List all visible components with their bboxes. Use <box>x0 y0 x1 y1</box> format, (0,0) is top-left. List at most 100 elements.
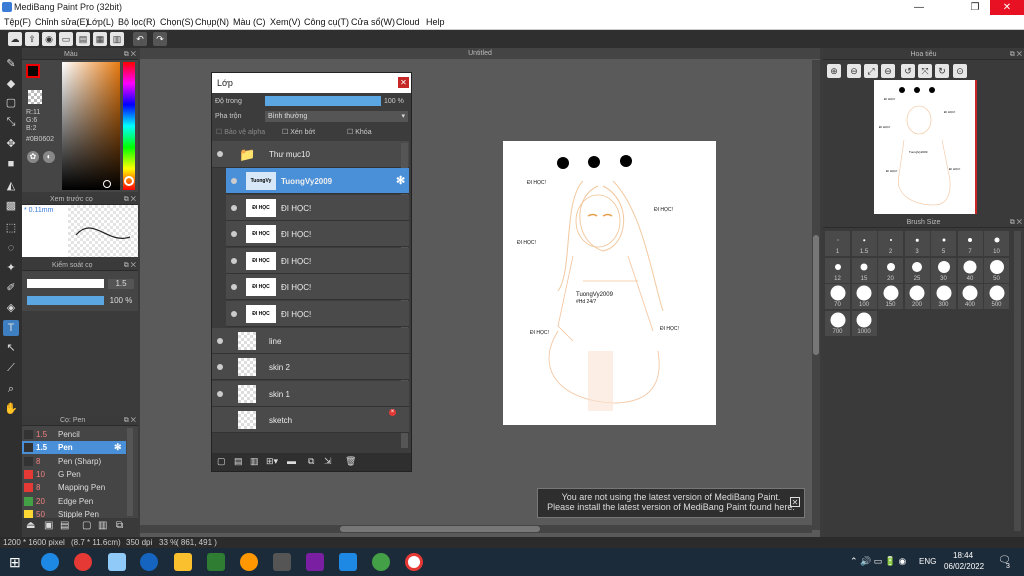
brush-size-option[interactable]: 7 <box>957 231 983 256</box>
zoom-in-icon[interactable]: ⊕ <box>827 64 841 78</box>
blend-mode-select[interactable]: Bình thường ▾ <box>265 111 408 122</box>
brush-list-item[interactable]: 8 Mapping Pen <box>22 481 126 494</box>
visibility-icon[interactable] <box>231 231 237 238</box>
bucket-tool-icon[interactable]: ◭ <box>3 178 19 194</box>
brush-edit-icon[interactable]: ▥ <box>98 520 107 531</box>
panel-menu-icon[interactable]: ⧉ ✕ <box>1010 50 1022 60</box>
hand-tool-icon[interactable]: ✋ <box>3 401 19 417</box>
background-color-swatch[interactable] <box>28 90 42 104</box>
cloud-icon[interactable]: ☁ <box>8 32 22 46</box>
operation-tool-icon[interactable]: ↖ <box>3 340 19 356</box>
vertical-scrollbar[interactable] <box>812 60 820 530</box>
fit-icon[interactable]: ⤢ <box>864 64 878 78</box>
windows-start-icon[interactable]: ⊞ <box>9 554 21 571</box>
layer-window-titlebar[interactable]: Lớp ✕ <box>212 73 411 93</box>
layer-opacity-slider[interactable] <box>265 96 381 106</box>
layer-row[interactable]: skin 1 <box>212 380 409 407</box>
vertical-scroll-thumb[interactable] <box>813 235 819 355</box>
brush-size-option[interactable]: 5 <box>931 231 956 256</box>
visibility-icon[interactable] <box>231 284 237 291</box>
rotate-right-icon[interactable]: ↻ <box>935 64 949 78</box>
horizontal-scroll-thumb[interactable] <box>340 526 540 532</box>
hue-slider[interactable] <box>123 62 135 190</box>
menu-file[interactable]: Tệp(F) <box>4 17 31 27</box>
rotate-left-icon[interactable]: ↺ <box>901 64 915 78</box>
visibility-icon[interactable] <box>217 364 223 371</box>
lasso-tool-icon[interactable]: ◌ <box>3 240 19 256</box>
close-icon[interactable]: ✕ <box>790 497 800 507</box>
clock-date[interactable]: 06/02/2022 <box>944 562 984 571</box>
brush-size-option[interactable]: 30 <box>931 257 956 283</box>
brush-size-option[interactable]: 10 <box>984 231 1009 256</box>
grid-icon[interactable]: ▦ <box>93 32 107 46</box>
gradient-tool-icon[interactable]: ▩ <box>3 198 19 214</box>
brush-size-option[interactable]: 25 <box>904 257 930 283</box>
clock-time[interactable]: 18:44 <box>953 551 973 560</box>
new-layer-icon[interactable]: ▢ <box>217 456 226 467</box>
actual-size-icon[interactable]: ⊖ <box>881 64 895 78</box>
edge-icon[interactable] <box>41 553 59 571</box>
select-tool-icon[interactable]: ⬚ <box>3 220 19 236</box>
navigator-thumbnail[interactable]: ĐI HỌC! ĐI HỌC! ĐI HỌC! TuongVy2009 ĐI H… <box>874 80 975 214</box>
visibility-icon[interactable] <box>231 204 237 211</box>
brush-size-option[interactable]: 50 <box>984 257 1009 283</box>
magic-wand-icon[interactable]: ✦ <box>3 260 19 276</box>
brush-tool-icon[interactable]: ✎ <box>3 56 19 72</box>
layer-row[interactable]: sketch × <box>212 407 409 434</box>
brush-size-option[interactable]: 150 <box>878 284 903 309</box>
camera-icon[interactable] <box>273 553 291 571</box>
palette-icon[interactable]: ◐ <box>43 151 55 163</box>
menu-edit[interactable]: Chỉnh sửa(E) <box>35 17 89 27</box>
zoom-out-icon[interactable]: ⊖ <box>847 64 861 78</box>
file-explorer-icon[interactable] <box>174 553 192 571</box>
brush-cloud-icon[interactable]: ⏏ <box>26 520 35 531</box>
layer-row[interactable]: ĐI HỌC ĐI HỌC! <box>226 274 409 301</box>
panel-menu-icon[interactable]: ⧉ ✕ <box>1010 218 1022 228</box>
brush-size-option[interactable]: 2 <box>878 231 903 256</box>
sv-picker-handle[interactable] <box>103 180 111 188</box>
eyedropper-icon[interactable]: ⌕ <box>3 381 19 397</box>
brush-opacity-slider[interactable] <box>27 296 104 305</box>
text-tool-icon[interactable]: T <box>3 320 19 336</box>
brush-size-slider[interactable] <box>27 279 104 288</box>
panel-menu-icon[interactable]: ⧉ ✕ <box>124 261 136 271</box>
redo-icon[interactable]: ↷ <box>153 32 167 46</box>
app-icon[interactable] <box>108 553 126 571</box>
chrome-icon[interactable] <box>405 553 423 571</box>
comment-icon[interactable]: ▭ <box>59 32 73 46</box>
brush-size-option[interactable]: 40 <box>957 257 983 283</box>
brush-size-option[interactable]: 1000 <box>851 310 877 336</box>
visibility-icon[interactable] <box>231 178 237 184</box>
brush-list-item[interactable]: 20 Edge Pen <box>22 495 126 508</box>
layer-row[interactable]: ĐI HỌC ĐI HỌC! <box>226 247 409 274</box>
brush-size-option[interactable]: 3 <box>904 231 930 256</box>
visibility-icon[interactable] <box>217 390 223 397</box>
merge-layer-icon[interactable]: ⇲ <box>324 456 332 467</box>
brush-size-scrollbar[interactable] <box>1014 231 1021 531</box>
opera-icon[interactable] <box>74 553 92 571</box>
menu-cloud[interactable]: Cloud <box>396 17 420 27</box>
speech-bubble-icon[interactable]: ◉ <box>42 32 56 46</box>
excel-icon[interactable] <box>207 553 225 571</box>
menu-layer[interactable]: Lớp(L) <box>87 17 114 27</box>
menu-filter[interactable]: Bộ lọc(R) <box>118 17 156 27</box>
panel-menu-icon[interactable]: ⧉ ✕ <box>124 195 136 205</box>
drawing-canvas[interactable]: ĐI HỌC! ĐI HỌC! ĐI HỌC! ĐI HỌC! ĐI HỌC! … <box>503 141 716 425</box>
add-layer-menu-icon[interactable]: ⊞▾ <box>266 456 278 467</box>
app-icon[interactable] <box>306 553 324 571</box>
zalo-icon[interactable] <box>339 553 357 571</box>
hue-slider-handle[interactable] <box>124 176 134 186</box>
brush-size-option[interactable]: 400 <box>957 284 983 309</box>
menu-window[interactable]: Cửa sổ(W) <box>351 17 395 27</box>
lock-checkbox[interactable]: ☐ Khóa <box>347 128 372 136</box>
visibility-icon[interactable] <box>217 337 223 344</box>
app-icon[interactable] <box>372 553 390 571</box>
brush-options-icon[interactable]: ▤ <box>60 520 69 531</box>
menu-select[interactable]: Chọn(S) <box>160 17 194 27</box>
save-icon[interactable]: ⇪ <box>25 32 39 46</box>
menu-tools[interactable]: Công cụ(T) <box>304 17 349 27</box>
copy-brush-icon[interactable]: ▢ <box>82 520 91 531</box>
brush-size-option[interactable]: 15 <box>851 257 877 283</box>
layer-row[interactable]: line <box>212 327 409 354</box>
brush-list-item[interactable]: 10 G Pen <box>22 468 126 481</box>
